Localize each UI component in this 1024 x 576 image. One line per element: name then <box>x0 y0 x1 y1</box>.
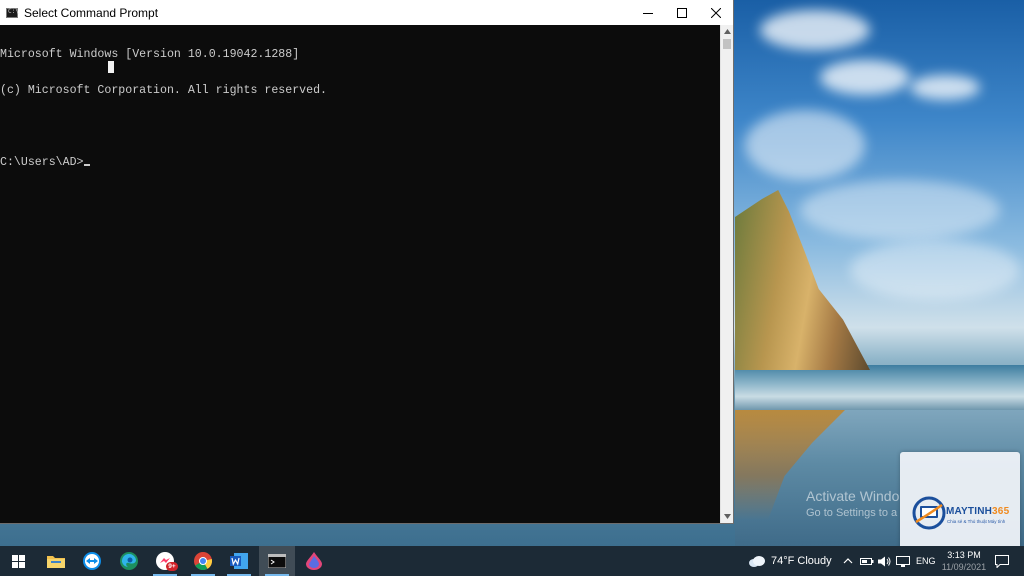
taskbar-command-prompt[interactable] <box>259 546 295 576</box>
cloud-icon <box>749 556 765 567</box>
maytinh-logo-icon <box>912 496 946 530</box>
chevron-down-icon <box>724 514 731 519</box>
console-output[interactable]: Microsoft Windows [Version 10.0.19042.12… <box>0 25 720 523</box>
command-prompt-window[interactable]: C:\ Select Command Prompt Microsoft Wind… <box>0 0 734 524</box>
clock-time: 3:13 PM <box>947 550 981 560</box>
activate-windows-subtitle: Go to Settings to a <box>806 507 898 519</box>
windows-logo-icon <box>11 554 25 568</box>
input-language-button[interactable]: ENG <box>916 546 936 576</box>
scroll-up-button[interactable] <box>721 25 734 38</box>
network-icon <box>896 555 910 567</box>
chrome-icon <box>194 552 212 570</box>
battery-icon <box>860 558 874 565</box>
clock-date: 11/09/2021 <box>941 562 987 572</box>
taskbar-clock[interactable]: 3:13 PM 11/09/2021 <box>940 549 988 573</box>
chevron-up-icon <box>843 558 853 564</box>
notification-badge: 9+ <box>166 562 178 571</box>
close-button[interactable] <box>699 0 733 25</box>
taskbar-file-explorer[interactable] <box>38 546 74 576</box>
console-prompt-line[interactable]: C:\Users\AD> <box>0 157 720 169</box>
logo-wordmark: MAYTINH365 <box>946 506 1010 517</box>
selection-block <box>108 61 114 73</box>
minimize-button[interactable] <box>631 0 665 25</box>
notification-icon <box>995 554 1009 568</box>
start-button[interactable] <box>0 546 36 576</box>
window-title: Select Command Prompt <box>24 5 159 20</box>
taskbar-chrome[interactable] <box>185 546 221 576</box>
chevron-up-icon <box>724 29 731 34</box>
taskbar: 9+ 74°F Cloudy ENG 3:13 PM 11/09/2021 <box>0 546 1024 576</box>
console-line: Microsoft Windows [Version 10.0.19042.12… <box>0 48 300 61</box>
title-bar[interactable]: C:\ Select Command Prompt <box>0 0 733 25</box>
action-center-button[interactable] <box>995 546 1009 576</box>
scroll-thumb[interactable] <box>723 39 731 49</box>
scroll-down-button[interactable] <box>721 510 734 523</box>
maximize-button[interactable] <box>665 0 699 25</box>
word-icon <box>230 553 248 569</box>
drop-icon <box>306 552 322 570</box>
folder-icon <box>47 556 65 568</box>
console-app-icon[interactable]: C:\ <box>6 7 19 18</box>
console-prompt: C:\Users\AD> <box>0 156 84 169</box>
volume-button[interactable] <box>878 546 891 576</box>
console-line: (c) Microsoft Corporation. All rights re… <box>0 84 327 97</box>
taskbar-messenger[interactable]: 9+ <box>147 546 183 576</box>
maximize-icon <box>677 7 687 18</box>
activate-windows-title: Activate Windo <box>806 488 900 504</box>
edge-icon <box>120 552 138 570</box>
taskbar-word[interactable] <box>221 546 257 576</box>
window-controls <box>631 0 733 25</box>
show-hidden-icons-button[interactable] <box>843 546 853 576</box>
logo-tagline: Chia sẻ & Thủ thuật Máy tính <box>947 519 1006 524</box>
teamviewer-icon <box>83 552 101 570</box>
taskbar-edge[interactable] <box>111 546 147 576</box>
vertical-scrollbar[interactable] <box>720 25 733 523</box>
language-indicator: ENG <box>916 556 936 566</box>
network-button[interactable] <box>896 546 910 576</box>
weather-text: 74°F Cloudy <box>771 555 832 567</box>
close-icon <box>711 7 721 18</box>
taskbar-teamviewer[interactable] <box>74 546 110 576</box>
speaker-icon <box>878 556 891 566</box>
text-cursor <box>83 164 90 166</box>
console-icon <box>268 554 286 568</box>
weather-widget[interactable]: 74°F Cloudy <box>748 546 832 576</box>
battery-status-button[interactable] <box>860 546 874 576</box>
minimize-icon <box>643 12 653 14</box>
taskbar-drop-app[interactable] <box>296 546 332 576</box>
